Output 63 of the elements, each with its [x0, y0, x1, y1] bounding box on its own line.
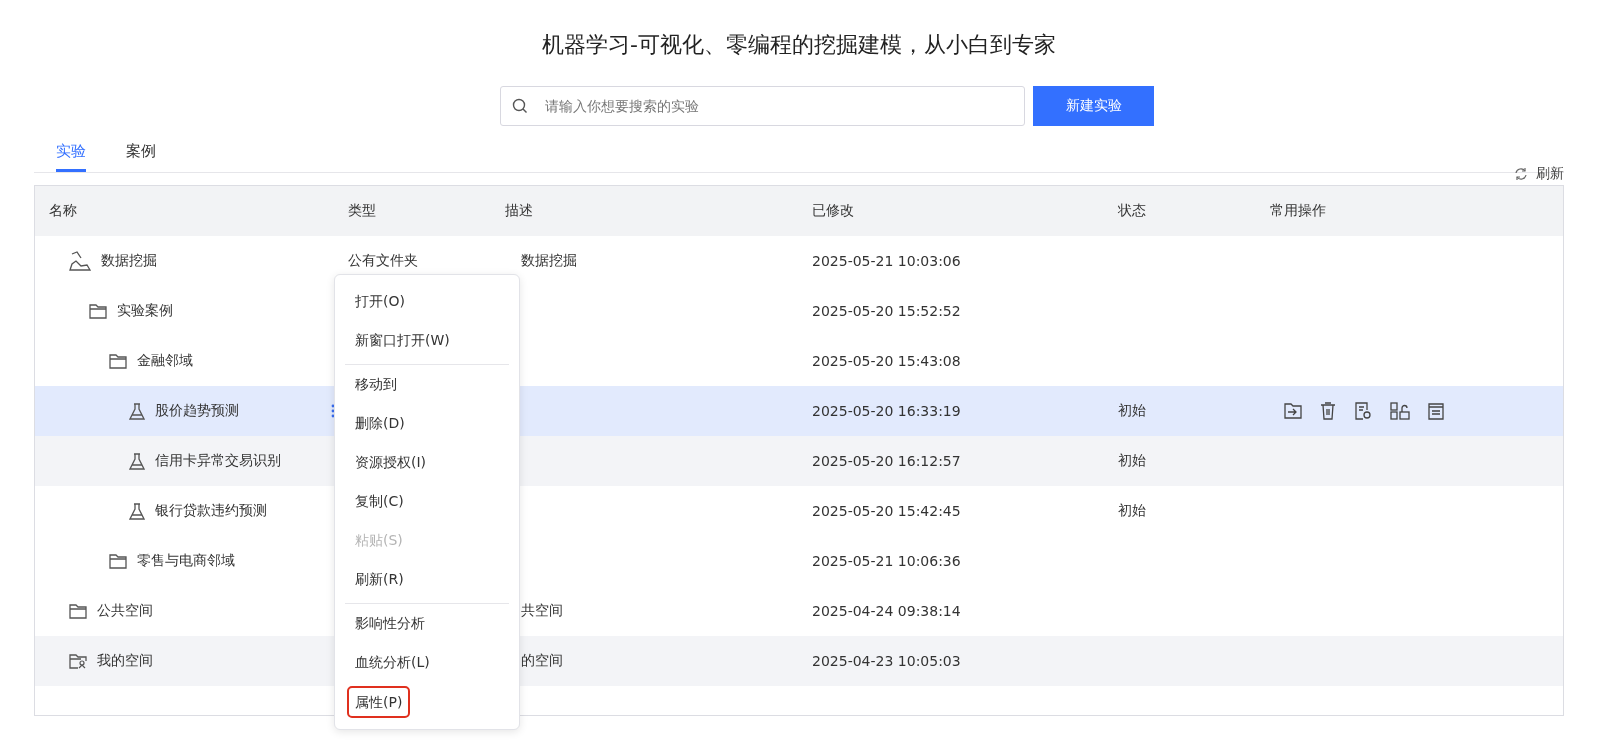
item-name[interactable]: 实验案例 [117, 302, 173, 320]
column-header: 类型 [348, 202, 377, 220]
item-name[interactable]: 银行贷款违约预测 [155, 502, 267, 520]
modified-time: 2025-04-23 10:05:03 [812, 653, 961, 669]
description-text: 数据挖掘 [521, 252, 577, 268]
document-gear-icon[interactable] [1354, 402, 1372, 420]
trash-icon[interactable] [1320, 402, 1336, 420]
type-text: 公有文件夹 [348, 252, 418, 268]
modified-time: 2025-05-21 10:03:06 [812, 253, 961, 269]
description-text: 共空间 [521, 602, 563, 618]
modified-time: 2025-05-20 15:42:45 [812, 503, 961, 519]
folder-icon [109, 553, 127, 569]
item-name[interactable]: 零售与电商邻域 [137, 552, 235, 570]
move-icon[interactable] [1284, 402, 1302, 420]
search-icon [512, 98, 528, 114]
page-title: 机器学习-可视化、零编程的挖掘建模，从小白到专家 [541, 31, 1057, 59]
new-experiment-button[interactable]: 新建实验 [1033, 86, 1154, 126]
column-header: 状态 [1118, 202, 1147, 220]
modified-time: 2025-05-20 16:12:57 [812, 453, 961, 469]
status-text: 初始 [1118, 502, 1146, 518]
modified-time: 2025-05-21 10:06:36 [812, 553, 961, 569]
folder-icon [109, 353, 127, 369]
menu-item[interactable]: 删除(D) [349, 404, 411, 443]
description-text: 的空间 [521, 652, 563, 668]
column-header: 常用操作 [1270, 202, 1327, 220]
modified-time: 2025-05-20 15:43:08 [812, 353, 961, 369]
item-name[interactable]: 股价趋势预测 [155, 402, 239, 420]
search-field[interactable]: 请输入你想要搜索的实验 [500, 86, 1025, 126]
menu-item[interactable]: 复制(C) [349, 482, 410, 521]
flask-icon [129, 452, 145, 470]
menu-item[interactable]: 移动到 [349, 365, 403, 404]
menu-item[interactable]: 血统分析(L) [349, 643, 436, 682]
item-name[interactable]: 数据挖掘 [101, 252, 157, 270]
item-name[interactable]: 公共空间 [97, 602, 153, 620]
status-text: 初始 [1118, 402, 1146, 418]
item-name[interactable]: 信用卡异常交易识别 [155, 452, 281, 470]
menu-item[interactable]: 属性(P) [347, 686, 411, 718]
modified-time: 2025-04-24 09:38:14 [812, 603, 961, 619]
more-icon[interactable] [331, 404, 335, 418]
item-name[interactable]: 我的空间 [97, 652, 153, 670]
list-icon[interactable] [1428, 402, 1444, 420]
folder-icon [69, 603, 87, 619]
column-header: 描述 [505, 202, 534, 220]
flask-icon [129, 502, 145, 520]
user-folder-icon [69, 653, 87, 669]
status-text: 初始 [1118, 452, 1146, 468]
column-header: 名称 [48, 202, 78, 220]
unlock-icon[interactable] [1390, 402, 1410, 420]
folder-icon [89, 303, 107, 319]
tab[interactable]: 案例 [126, 142, 156, 172]
menu-item[interactable]: 影响性分析 [349, 604, 431, 643]
flask-icon [129, 402, 145, 420]
modified-time: 2025-05-20 15:52:52 [812, 303, 961, 319]
column-header: 已修改 [812, 202, 855, 220]
menu-item[interactable]: 打开(O) [349, 282, 411, 321]
menu-item[interactable]: 刷新(R) [345, 560, 509, 604]
item-name[interactable]: 金融邻域 [137, 352, 193, 370]
refresh-link[interactable]: 刷新 [1536, 165, 1564, 183]
refresh-icon[interactable] [1514, 167, 1528, 181]
menu-item[interactable]: 新窗口打开(W) [345, 321, 509, 365]
modified-time: 2025-05-20 16:33:19 [812, 403, 961, 419]
tab[interactable]: 实验 [56, 142, 86, 172]
menu-item[interactable]: 资源授权(I) [349, 443, 433, 482]
